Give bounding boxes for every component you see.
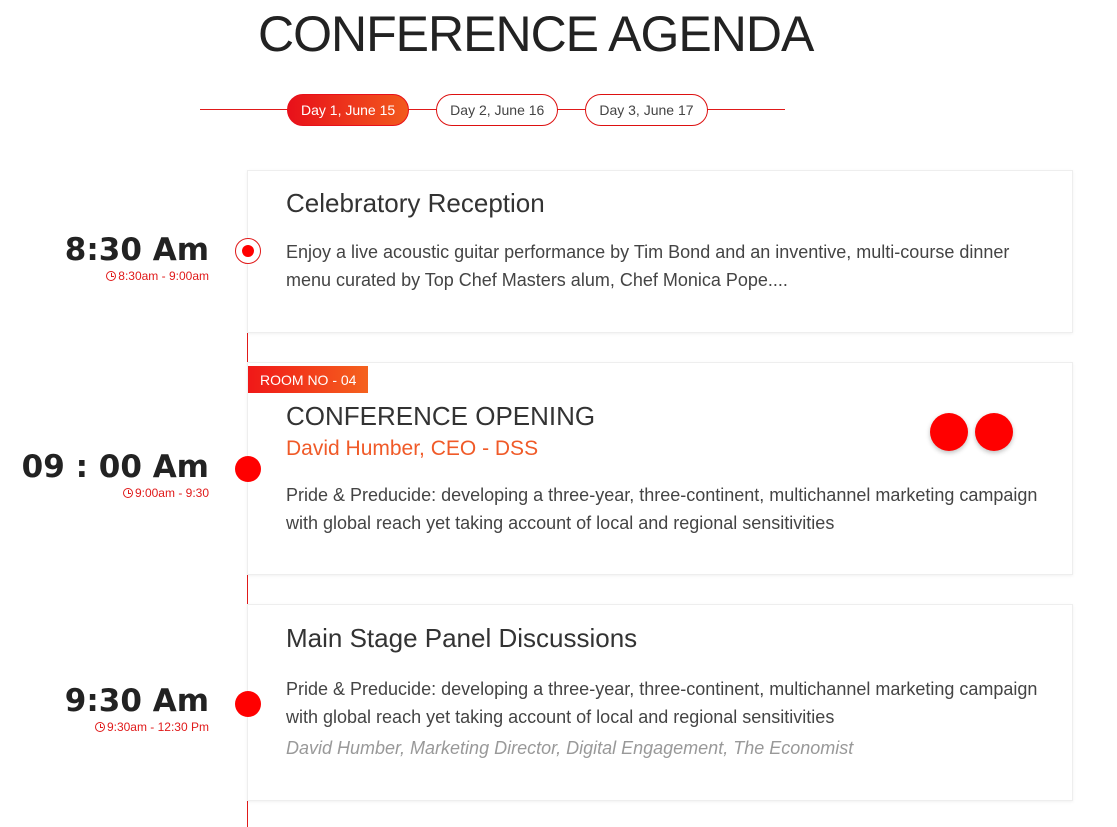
speaker-avatar-2[interactable] [975, 413, 1013, 451]
timeline-dot-active [235, 238, 261, 264]
card-session-3: Main Stage Panel Discussions Pride & Pre… [247, 604, 1073, 801]
session-credit: David Humber, Marketing Director, Digita… [286, 738, 854, 758]
session-title: CONFERENCE OPENING [286, 401, 596, 431]
card-session-1: Celebratory Reception Enjoy a live acous… [247, 170, 1073, 333]
page-title: CONFERENCE AGENDA [258, 6, 814, 62]
room-badge: ROOM NO - 04 [248, 366, 369, 393]
time-main: 8:30 Am [64, 232, 209, 268]
session-time-3: 9:30 Am 9:30am - 12:30 Pm [65, 683, 209, 734]
clock-icon [94, 722, 105, 732]
session-description: Pride & Preducide: developing a three-ye… [286, 679, 1038, 727]
tab-day-3[interactable]: Day 3, June 17 [585, 94, 708, 126]
tab-day-1[interactable]: Day 1, June 15 [287, 94, 410, 126]
day-tabs: Day 1, June 15 Day 2, June 16 Day 3, Jun… [287, 94, 708, 126]
session-description: Enjoy a live acoustic guitar performance… [286, 242, 1010, 290]
time-main: 9:30 Am [64, 683, 209, 719]
session-description: Pride & Preducide: developing a three-ye… [286, 485, 1038, 533]
time-range: 8:30am - 9:00am [65, 269, 209, 283]
speaker-avatar-1[interactable] [930, 413, 968, 451]
time-range-text: 9:00am - 9:30 [134, 486, 209, 500]
time-range-text: 8:30am - 9:00am [118, 269, 209, 283]
tab-day-2[interactable]: Day 2, June 16 [436, 94, 559, 126]
session-speaker: David Humber, CEO - DSS [286, 437, 539, 460]
session-title: Main Stage Panel Discussions [286, 623, 638, 653]
timeline-dot [235, 456, 261, 482]
clock-icon [106, 271, 117, 281]
time-main: 09 : 00 Am [21, 449, 209, 485]
timeline-dot [235, 691, 261, 717]
card-session-2: ROOM NO - 04 CONFERENCE OPENING David Hu… [247, 362, 1073, 575]
time-range-text: 9:30am - 12:30 Pm [106, 720, 209, 734]
time-range: 9:00am - 9:30 [22, 486, 209, 500]
time-range: 9:30am - 12:30 Pm [65, 720, 209, 734]
clock-icon [122, 488, 133, 498]
session-title: Celebratory Reception [286, 188, 545, 218]
session-time-1: 8:30 Am 8:30am - 9:00am [65, 232, 209, 283]
session-time-2: 09 : 00 Am 9:00am - 9:30 [22, 449, 209, 500]
